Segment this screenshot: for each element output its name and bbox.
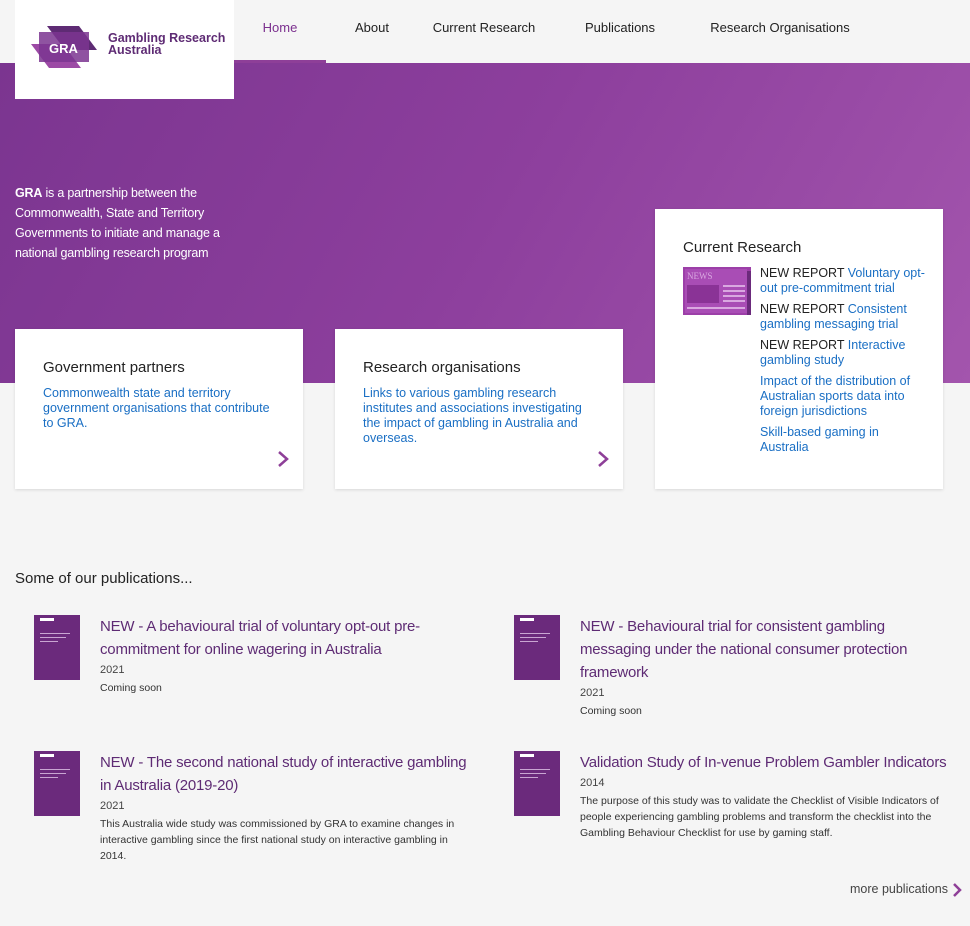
card-title: Government partners (43, 359, 185, 376)
publication-title[interactable]: NEW - A behavioural trial of voluntary o… (100, 615, 440, 661)
nav-item-research-organisations[interactable]: Research Organisations (690, 0, 870, 63)
card-title: Current Research (683, 239, 802, 256)
current-research-item[interactable]: NEW REPORT Interactive gambling study (760, 338, 925, 368)
current-research-card: Current Research NEWS NEW REPORT Volunta… (655, 209, 943, 489)
logo-text: Gambling Research Australia (108, 31, 226, 57)
gra-logo-icon: GRA (31, 26, 97, 68)
publications-heading: Some of our publications... (15, 570, 193, 587)
current-research-item[interactable]: NEW REPORT Voluntary opt-out pre-commitm… (760, 266, 925, 296)
card-link[interactable]: Commonwealth state and territory governm… (43, 386, 278, 431)
publication-desc: This Australia wide study was commission… (100, 818, 455, 862)
current-research-list: NEW REPORT Voluntary opt-out pre-commitm… (760, 266, 925, 461)
publication-desc: Coming soon (100, 682, 162, 694)
newspaper-icon: NEWS (683, 267, 751, 315)
current-research-item[interactable]: NEW REPORT Consistent gambling messaging… (760, 302, 925, 332)
chevron-right-icon[interactable] (952, 882, 962, 898)
publication-desc: Coming soon (580, 705, 642, 717)
publication-year: 2021 (580, 687, 605, 699)
svg-text:NEWS: NEWS (687, 271, 713, 281)
research-organisations-card[interactable]: Research organisations Links to various … (335, 329, 623, 489)
publication-cover[interactable] (514, 615, 560, 680)
chevron-right-icon[interactable] (277, 451, 289, 467)
government-partners-card[interactable]: Government partners Commonwealth state a… (15, 329, 303, 489)
nav-item-about[interactable]: About (326, 0, 418, 63)
publication-cover[interactable] (514, 751, 560, 816)
svg-text:GRA: GRA (49, 41, 79, 56)
more-publications-link[interactable]: more publications (850, 882, 948, 896)
publication-year: 2014 (580, 777, 605, 789)
chevron-right-icon[interactable] (597, 451, 609, 467)
publication-cover[interactable] (34, 615, 80, 680)
logo[interactable]: GRA Gambling Research Australia (15, 0, 234, 99)
hero-intro: GRA is a partnership between the Commonw… (15, 186, 220, 260)
publication-title[interactable]: NEW - The second national study of inter… (100, 751, 470, 797)
publication-cover[interactable] (34, 751, 80, 816)
publication-title[interactable]: NEW - Behavioural trial for consistent g… (580, 615, 920, 684)
nav-item-home[interactable]: Home (234, 0, 326, 63)
nav-item-current-research[interactable]: Current Research (418, 0, 550, 63)
publication-year: 2021 (100, 664, 125, 676)
card-link[interactable]: Links to various gambling research insti… (363, 386, 598, 446)
publication-year: 2021 (100, 800, 125, 812)
current-research-item[interactable]: Skill-based gaming in Australia (760, 425, 925, 455)
publication-desc: The purpose of this study was to validat… (580, 795, 939, 839)
nav-item-publications[interactable]: Publications (550, 0, 690, 63)
current-research-item[interactable]: Impact of the distribution of Australian… (760, 374, 925, 419)
card-title: Research organisations (363, 359, 521, 376)
publication-title[interactable]: Validation Study of In-venue Problem Gam… (580, 751, 960, 774)
main-nav: Home About Current Research Publications… (234, 0, 870, 63)
